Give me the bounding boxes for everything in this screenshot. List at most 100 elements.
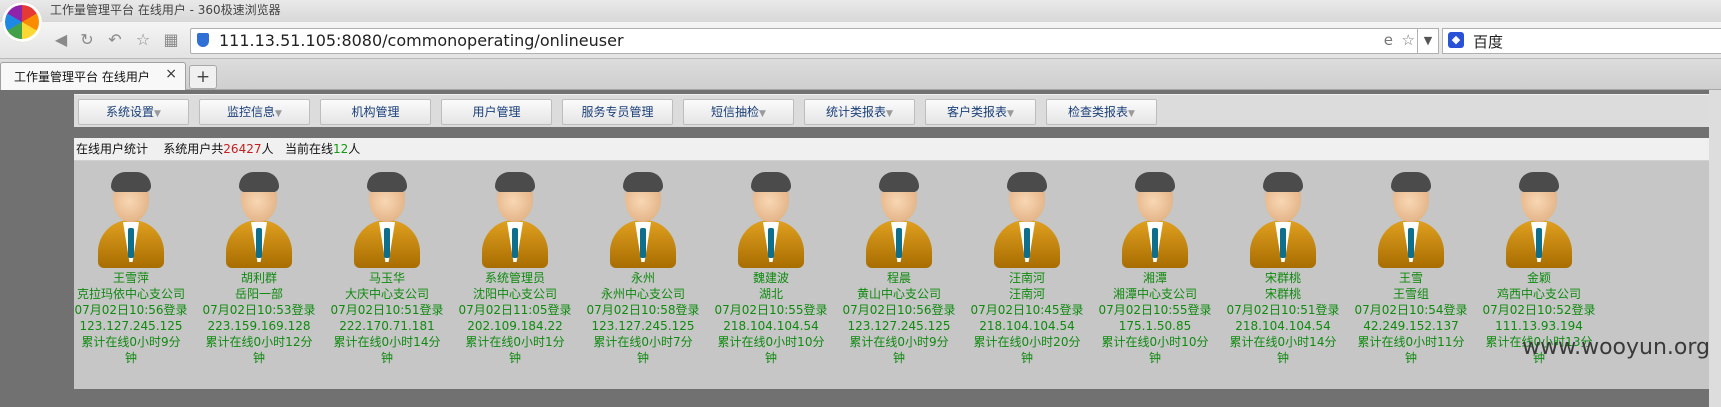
menu-label: 统计类报表: [826, 105, 887, 119]
menu-label: 短信抽检: [711, 105, 760, 119]
user-org: 宋群桃: [1264, 287, 1301, 301]
user-login-time: 07月02日10:58登录: [586, 303, 700, 317]
undo-icon[interactable]: ↶: [104, 30, 126, 50]
user-online-duration: 累计在线0小时9分钟: [849, 335, 949, 365]
user-login-time: 07月02日10:56登录: [74, 303, 188, 317]
browser-logo-icon[interactable]: [2, 2, 42, 42]
user-login-time: 07月02日10:51登录: [330, 303, 444, 317]
refresh-icon[interactable]: ↻: [76, 30, 98, 50]
online-user-card[interactable]: 湘潭 湘潭中心支公司 07月02日10:55登录 175.1.50.85 累计在线0小时…: [1096, 170, 1214, 366]
user-online-duration: 累计在线0小时1分钟: [465, 335, 565, 365]
menu-label: 检查类报表: [1068, 105, 1129, 119]
user-org: 湘潭中心支公司: [1112, 287, 1197, 301]
scrollbar[interactable]: [1709, 90, 1721, 407]
online-user-card[interactable]: 汪南河 汪南河 07月02日10:45登录 218.104.104.54 累计在线0小时…: [968, 170, 1086, 366]
user-online-duration: 累计在线0小时20分钟: [973, 335, 1081, 365]
user-avatar-icon: [96, 170, 166, 270]
online-user-card[interactable]: 王雪萍 克拉玛依中心支公司 07月02日10:56登录 123.127.245.125…: [72, 170, 190, 366]
menu-customer-reports[interactable]: 客户类报表▼: [925, 99, 1036, 125]
online-user-card[interactable]: 系统管理员 沈阳中心支公司 07月02日11:05登录 202.109.184.22 累…: [456, 170, 574, 366]
user-org: 大庆中心支公司: [344, 287, 429, 301]
user-online-duration: 累计在线0小时12分钟: [205, 335, 313, 365]
online-user-card[interactable]: 马玉华 大庆中心支公司 07月02日10:51登录 222.170.71.181 累计在…: [328, 170, 446, 366]
menu-monitor-info[interactable]: 监控信息▼: [199, 99, 310, 125]
user-online-duration: 累计在线0小时9分钟: [81, 335, 181, 365]
menu-inspection-reports[interactable]: 检查类报表▼: [1046, 99, 1157, 125]
online-prefix: 当前在线: [284, 142, 333, 156]
address-bar[interactable]: 111.13.51.105:8080/commonoperating/onlin…: [190, 28, 1422, 54]
chevron-down-icon: ▼: [1007, 109, 1014, 119]
menu-system-settings[interactable]: 系统设置▼: [78, 99, 189, 125]
chevron-down-icon: ▼: [275, 109, 282, 119]
user-online-duration: 累计在线0小时10分钟: [1101, 335, 1209, 365]
online-user-card[interactable]: 王雪 王雪组 07月02日10:54登录 42.249.152.137 累计在线0小时1…: [1352, 170, 1470, 366]
user-avatar-icon: [224, 170, 294, 270]
user-name: 系统管理员: [484, 271, 545, 285]
online-suffix: 人: [348, 142, 361, 156]
search-engine-label: 百度: [1473, 33, 1504, 51]
online-user-card[interactable]: 宋群桃 宋群桃 07月02日10:51登录 218.104.104.54 累计在线0小时…: [1224, 170, 1342, 366]
menu-stats-reports[interactable]: 统计类报表▼: [804, 99, 915, 125]
user-avatar-icon: [480, 170, 550, 270]
star-icon[interactable]: ☆: [132, 30, 154, 50]
user-online-duration: 累计在线0小时14分钟: [1229, 335, 1337, 365]
menu-org-management[interactable]: 机构管理: [320, 99, 431, 125]
total-users-count: 26427: [223, 142, 262, 156]
online-user-card[interactable]: 魏建波 湖北 07月02日10:55登录 218.104.104.54 累计在线0小时1…: [712, 170, 830, 366]
user-ip: 222.170.71.181: [339, 319, 435, 333]
menu-service-staff[interactable]: 服务专员管理: [562, 99, 673, 125]
menu-label: 监控信息: [227, 105, 276, 119]
user-login-time: 07月02日10:52登录: [1482, 303, 1596, 317]
online-user-card[interactable]: 胡利群 岳阳一部 07月02日10:53登录 223.159.169.128 累计在线0…: [200, 170, 318, 366]
ie-mode-icon[interactable]: e: [1384, 31, 1393, 49]
user-avatar-icon: [1376, 170, 1446, 270]
search-box[interactable]: ◆ 百度: [1442, 28, 1721, 54]
user-org: 鸡西中心支公司: [1496, 287, 1581, 301]
chevron-down-icon: ▼: [1128, 109, 1135, 119]
window-title: 工作量管理平台 在线用户 - 360极速浏览器: [50, 3, 281, 17]
user-name: 永州: [630, 271, 655, 285]
user-name: 胡利群: [240, 271, 277, 285]
window-title-bar: 工作量管理平台 在线用户 - 360极速浏览器: [0, 0, 1721, 22]
online-user-card[interactable]: 程晨 黄山中心支公司 07月02日10:56登录 123.127.245.125 累计在…: [840, 170, 958, 366]
user-login-time: 07月02日10:54登录: [1354, 303, 1468, 317]
user-name: 王雪萍: [112, 271, 149, 285]
user-avatar-icon: [736, 170, 806, 270]
tab-online-users[interactable]: 工作量管理平台 在线用户 ×: [0, 62, 186, 90]
chevron-down-icon: ▼: [886, 109, 893, 119]
tab-close-icon[interactable]: ×: [165, 66, 177, 82]
menu-sms-check[interactable]: 短信抽检▼: [683, 99, 794, 125]
navigation-bar: ◀ ↻ ↶ ☆ ▦ 111.13.51.105:8080/commonopera…: [0, 22, 1721, 59]
user-login-time: 07月02日10:45登录: [970, 303, 1084, 317]
user-avatar-icon: [1120, 170, 1190, 270]
user-ip: 123.127.245.125: [847, 319, 951, 333]
chevron-down-icon: ▼: [759, 109, 766, 119]
page-content: 系统设置▼ 监控信息▼ 机构管理 用户管理 服务专员管理 短信抽检▼ 统计类报表…: [0, 90, 1721, 407]
apps-grid-icon[interactable]: ▦: [160, 30, 182, 50]
user-online-duration: 累计在线0小时11分钟: [1357, 335, 1465, 365]
user-ip: 111.13.93.194: [1495, 319, 1583, 333]
user-online-duration: 累计在线0小时7分钟: [593, 335, 693, 365]
user-avatar-icon: [992, 170, 1062, 270]
user-login-time: 07月02日10:53登录: [202, 303, 316, 317]
url-text[interactable]: 111.13.51.105:8080/commonoperating/onlin…: [219, 30, 624, 52]
favorite-star-icon[interactable]: ☆: [1402, 31, 1415, 49]
user-login-time: 07月02日10:51登录: [1226, 303, 1340, 317]
online-users-count: 12: [332, 142, 349, 156]
online-user-card[interactable]: 永州 永州中心支公司 07月02日10:58登录 123.127.245.125 累计在…: [584, 170, 702, 366]
address-dropdown-icon[interactable]: ▼: [1417, 28, 1439, 54]
user-login-time: 07月02日10:55登录: [714, 303, 828, 317]
user-org: 湖北: [758, 287, 783, 301]
menu-user-management[interactable]: 用户管理: [441, 99, 552, 125]
user-login-time: 07月02日11:05登录: [458, 303, 572, 317]
user-avatar-icon: [1504, 170, 1574, 270]
user-name: 金颖: [1526, 271, 1551, 285]
new-tab-button[interactable]: +: [189, 65, 217, 89]
tab-strip: 工作量管理平台 在线用户 × +: [0, 59, 1721, 90]
user-org: 岳阳一部: [234, 287, 283, 301]
total-prefix: 系统用户共: [163, 142, 224, 156]
user-ip: 202.109.184.22: [467, 319, 563, 333]
user-name: 魏建波: [752, 271, 789, 285]
online-stats-bar: 在线用户统计 系统用户共26427人 当前在线12人: [74, 138, 1721, 161]
back-icon[interactable]: ◀: [50, 30, 72, 50]
